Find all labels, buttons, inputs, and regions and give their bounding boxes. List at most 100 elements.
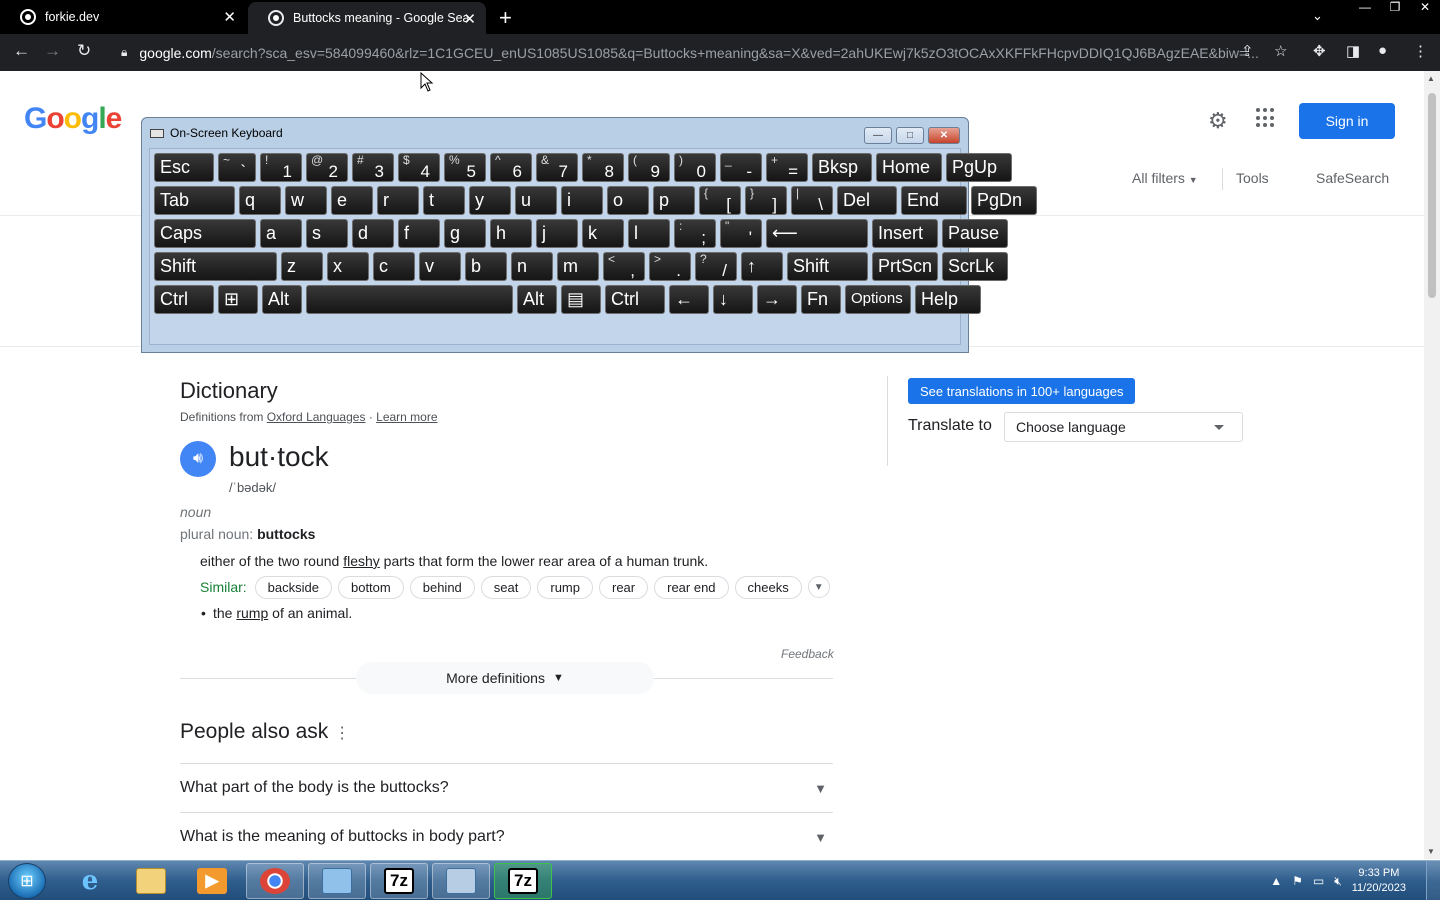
- osk-key[interactable]: ⟵: [766, 219, 868, 248]
- osk-key[interactable]: Options: [845, 285, 911, 314]
- osk-key[interactable]: r: [377, 186, 419, 215]
- 7zip-active-icon[interactable]: 7z: [494, 863, 552, 899]
- osk-key[interactable]: | \: [791, 186, 833, 215]
- reload-icon[interactable]: ↻: [77, 41, 91, 61]
- osk-key[interactable]: >.: [649, 252, 691, 281]
- osk-key[interactable]: Help: [915, 285, 981, 314]
- tools-button[interactable]: Tools: [1236, 170, 1269, 186]
- osk-key[interactable]: }]: [745, 186, 787, 215]
- osk-key[interactable]: Pause: [942, 219, 1008, 248]
- more-options-icon[interactable]: ⋮: [334, 725, 350, 742]
- osk-key[interactable]: x: [327, 252, 369, 281]
- osk-key[interactable]: i: [561, 186, 603, 215]
- osk-key[interactable]: f: [398, 219, 440, 248]
- osk-key[interactable]: p: [653, 186, 695, 215]
- osk-key[interactable]: & 7: [536, 153, 578, 182]
- tab-google-search[interactable]: Buttocks meaning - Google Search ✕: [248, 2, 486, 34]
- network-icon[interactable]: [432, 863, 490, 899]
- osk-key[interactable]: b: [465, 252, 507, 281]
- osk-key[interactable]: $4: [398, 153, 440, 182]
- forward-arrow-icon[interactable]: →: [44, 41, 61, 61]
- osk-key[interactable]: Bksp: [812, 153, 872, 182]
- close-icon[interactable]: ✕: [928, 127, 960, 144]
- osk-key[interactable]: o: [607, 186, 649, 215]
- extensions-icon[interactable]: ✥: [1313, 42, 1326, 60]
- osk-key[interactable]: @2: [306, 153, 348, 182]
- osk-key[interactable]: ↓: [713, 285, 753, 314]
- osk-key[interactable]: z: [281, 252, 323, 281]
- osk-key[interactable]: Shift: [154, 252, 277, 281]
- osk-titlebar[interactable]: On-Screen Keyboard: [150, 126, 283, 140]
- osk-key[interactable]: End: [901, 186, 967, 215]
- google-apps-icon[interactable]: [1256, 108, 1276, 128]
- paa-question[interactable]: What part of the body is the buttocks? ▼: [180, 763, 833, 812]
- close-icon[interactable]: ✕: [1410, 0, 1440, 20]
- similar-chip[interactable]: cheeks: [734, 575, 802, 599]
- osk-key[interactable]: PgDn: [971, 186, 1037, 215]
- osk-key[interactable]: :;: [674, 219, 716, 248]
- network-status-icon[interactable]: ▭: [1313, 874, 1324, 888]
- osk-key[interactable]: Fn: [801, 285, 841, 314]
- lock-icon[interactable]: 🔒︎: [121, 45, 127, 60]
- similar-chip[interactable]: bottom: [337, 575, 404, 599]
- url-field[interactable]: 🔒︎ google.com /search?sca_esv=584099460&…: [107, 38, 1302, 67]
- similar-chip[interactable]: rear: [598, 575, 649, 599]
- osk-key[interactable]: h: [490, 219, 532, 248]
- expand-similar-chevron-icon[interactable]: ▼: [807, 576, 830, 598]
- osk-key[interactable]: [306, 285, 513, 314]
- see-translations-button[interactable]: See translations in 100+ languages: [908, 378, 1136, 404]
- osk-key[interactable]: % 5: [444, 153, 486, 182]
- learn-more-link[interactable]: Learn more: [376, 410, 437, 424]
- pronunciation-speaker-icon[interactable]: 🔊︎: [180, 441, 216, 477]
- osk-key[interactable]: PrtScn: [872, 252, 938, 281]
- osk-key[interactable]: Caps: [154, 219, 256, 248]
- osk-key[interactable]: ScrLk: [942, 252, 1008, 281]
- osk-key[interactable]: + =: [766, 153, 808, 182]
- tab-forkie[interactable]: forkie.dev ✕: [0, 0, 246, 34]
- osk-key[interactable]: ^ 6: [490, 153, 532, 182]
- osk-key[interactable]: k: [582, 219, 624, 248]
- osk-key[interactable]: <,: [603, 252, 645, 281]
- similar-chip[interactable]: seat: [480, 575, 532, 599]
- osk-key[interactable]: Tab: [154, 186, 235, 215]
- safesearch-button[interactable]: SafeSearch: [1316, 170, 1389, 186]
- osk-key[interactable]: t: [423, 186, 465, 215]
- new-tab-button[interactable]: +: [499, 5, 512, 31]
- file-explorer-icon[interactable]: [122, 863, 180, 899]
- osk-key[interactable]: ⊞: [218, 285, 258, 314]
- osk-key[interactable]: _ -: [720, 153, 762, 182]
- settings-gear-icon[interactable]: ⚙: [1208, 108, 1228, 134]
- osk-key[interactable]: Ctrl: [605, 285, 665, 314]
- paa-question[interactable]: What is the meaning of buttocks in body …: [180, 812, 833, 861]
- osk-key[interactable]: Esc: [154, 153, 214, 182]
- osk-key[interactable]: Alt: [517, 285, 557, 314]
- show-desktop-button[interactable]: [1426, 861, 1440, 900]
- osk-key[interactable]: d: [352, 219, 394, 248]
- osk-key[interactable]: l: [628, 219, 670, 248]
- osk-key[interactable]: v: [419, 252, 461, 281]
- osk-key[interactable]: " ': [720, 219, 762, 248]
- minimize-icon[interactable]: —: [864, 127, 892, 144]
- similar-chip[interactable]: behind: [409, 575, 475, 599]
- rump-link[interactable]: rump: [236, 605, 268, 621]
- osk-key[interactable]: n: [511, 252, 553, 281]
- restore-icon[interactable]: ❐: [1380, 0, 1410, 20]
- osk-key[interactable]: PgUp: [946, 153, 1012, 182]
- similar-chip[interactable]: rear end: [654, 575, 729, 599]
- chrome-icon[interactable]: [246, 863, 304, 899]
- more-menu-icon[interactable]: ⋮: [1413, 42, 1428, 60]
- osk-key[interactable]: g: [444, 219, 486, 248]
- scroll-thumb[interactable]: [1428, 93, 1436, 298]
- side-panel-icon[interactable]: ◨: [1346, 42, 1360, 60]
- osk-key[interactable]: q: [239, 186, 281, 215]
- osk-key[interactable]: Del: [837, 186, 897, 215]
- all-filters-button[interactable]: All filters ▼: [1132, 170, 1198, 186]
- osk-key[interactable]: Alt: [262, 285, 302, 314]
- action-center-flag-icon[interactable]: ⚑: [1292, 874, 1303, 888]
- sign-in-button[interactable]: Sign in: [1299, 103, 1395, 139]
- 7zip-icon[interactable]: 7z: [370, 863, 428, 899]
- osk-key[interactable]: y: [469, 186, 511, 215]
- osk-key[interactable]: Ctrl: [154, 285, 214, 314]
- osk-key[interactable]: s: [306, 219, 348, 248]
- internet-explorer-icon[interactable]: e: [61, 863, 119, 899]
